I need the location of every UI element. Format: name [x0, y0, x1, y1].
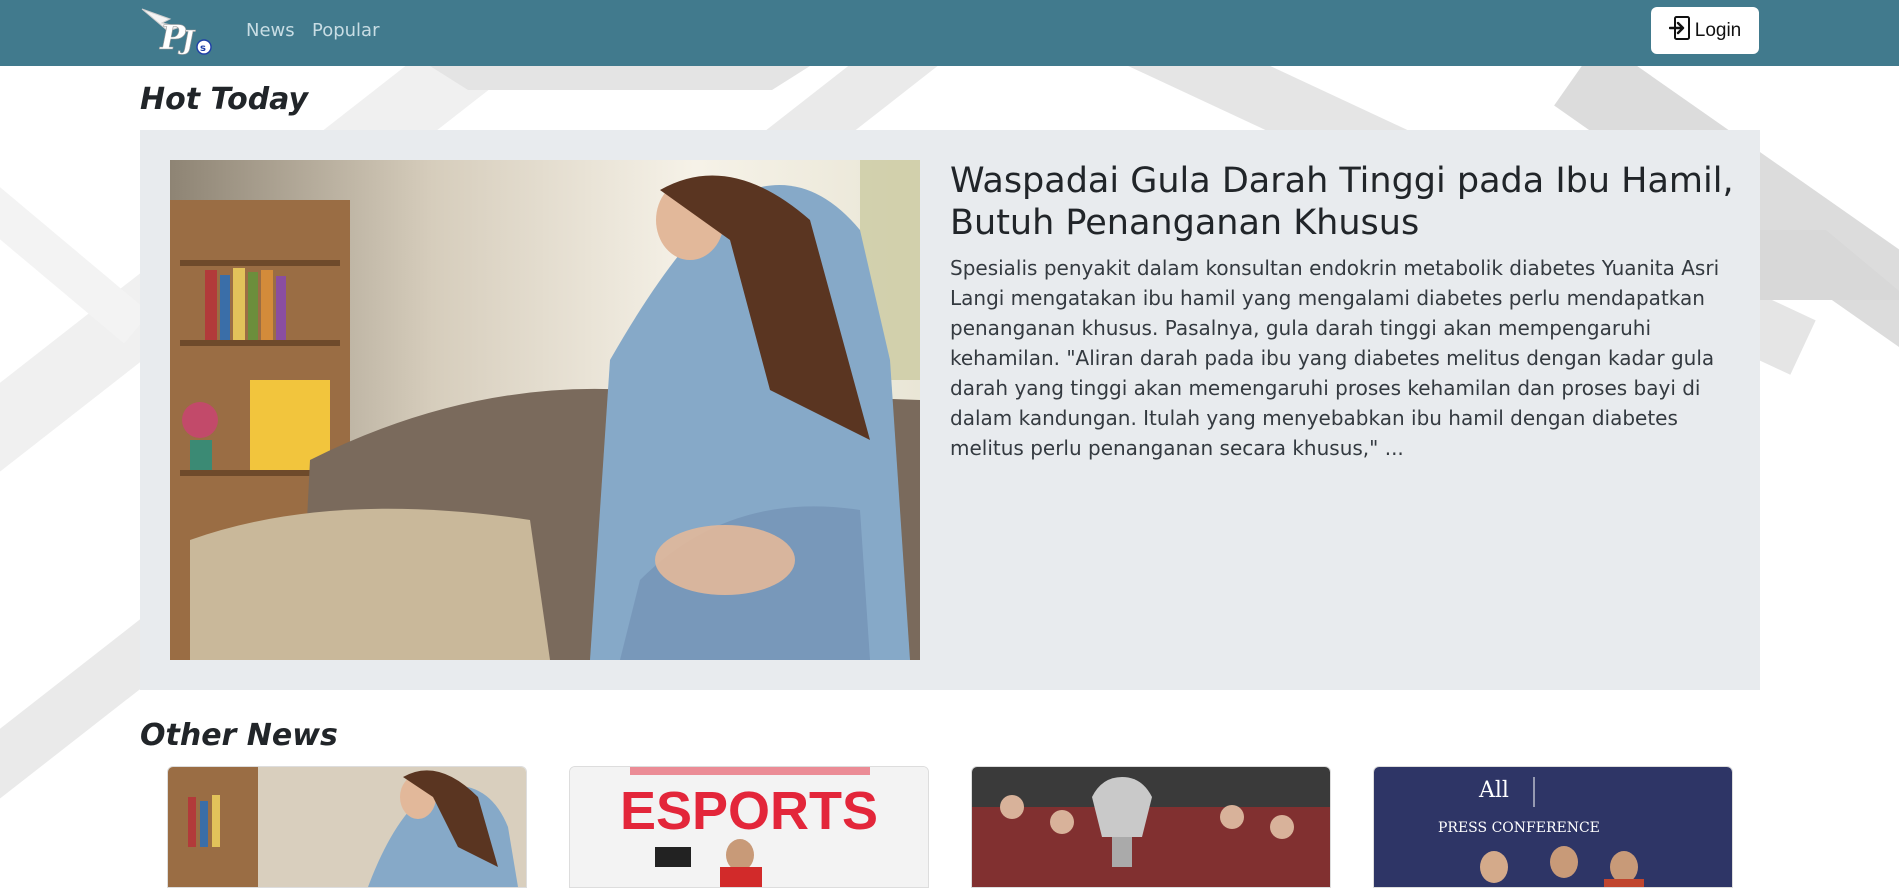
hot-article-headline[interactable]: Waspadai Gula Darah Tinggi pada Ibu Hami…: [950, 160, 1740, 244]
news-card-thumbnail: All PRESS CONFERENCE: [1374, 767, 1732, 887]
navbar: P J s News Popular Login: [0, 0, 1899, 66]
nav-popular-link[interactable]: Popular: [312, 20, 380, 41]
main-content: Hot Today Waspadai Gula Darah Tinggi pad…: [0, 0, 1899, 888]
hot-article-summary: Spesialis penyakit dalam konsultan endok…: [950, 256, 1720, 460]
news-card[interactable]: [167, 766, 527, 888]
login-button[interactable]: Login: [1651, 7, 1759, 54]
news-card-thumbnail: ESPORTS: [570, 767, 928, 887]
logo-letter: s: [200, 43, 206, 54]
login-label: Login: [1694, 19, 1742, 41]
nav-news-link[interactable]: News: [246, 20, 295, 41]
site-logo[interactable]: P J s: [140, 5, 220, 58]
other-news-heading: Other News: [140, 718, 338, 753]
news-card-headline-esports: ESPORTS: [620, 781, 878, 841]
svg-text:All: All: [1478, 778, 1509, 803]
news-card[interactable]: [971, 766, 1331, 888]
hot-today-heading: Hot Today: [140, 82, 309, 117]
news-card[interactable]: All PRESS CONFERENCE: [1373, 766, 1733, 888]
news-card-thumbnail: [168, 767, 526, 887]
news-card[interactable]: ESPORTS: [569, 766, 929, 888]
login-icon: [1668, 15, 1691, 47]
news-card-headline-press: PRESS CONFERENCE: [1438, 820, 1600, 836]
hot-article-image[interactable]: [170, 160, 920, 660]
news-card-thumbnail: [972, 767, 1330, 887]
hot-article-card[interactable]: Waspadai Gula Darah Tinggi pada Ibu Hami…: [140, 130, 1760, 690]
